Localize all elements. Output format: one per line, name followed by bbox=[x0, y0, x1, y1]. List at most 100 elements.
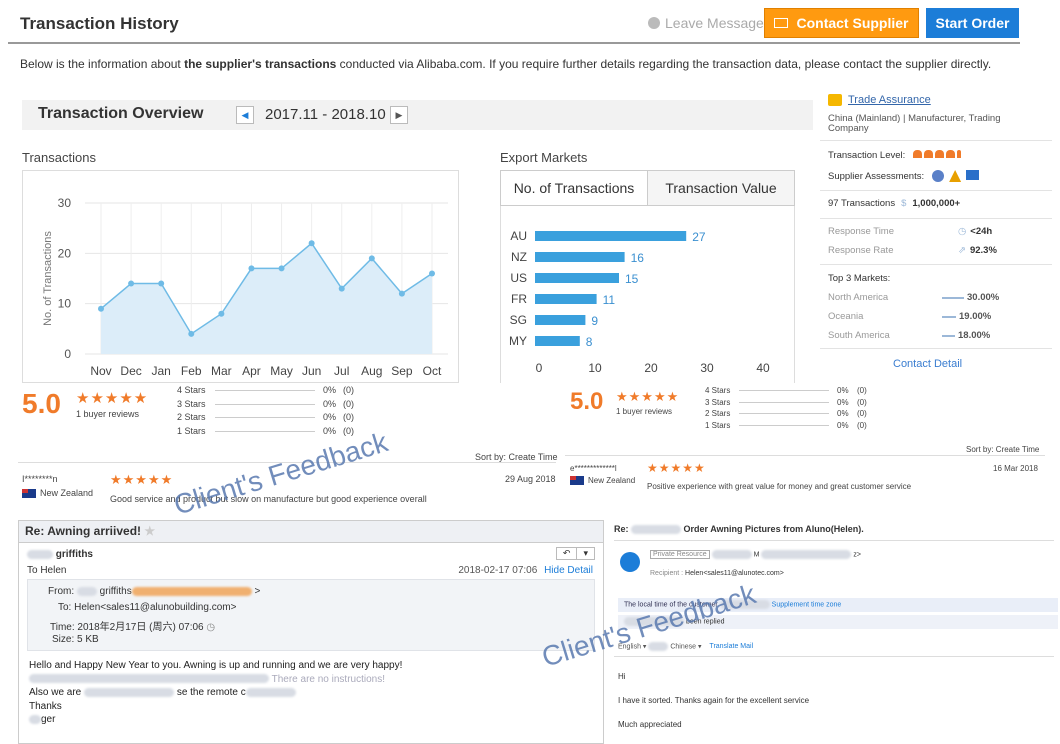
email-body: Hello and Happy New Year to you. Awning … bbox=[29, 660, 403, 725]
export-markets-label: Export Markets bbox=[500, 150, 588, 165]
leave-messages-link[interactable]: Leave Messages bbox=[648, 15, 771, 31]
header-divider bbox=[8, 42, 1020, 44]
email-subject: Re: Awning arriived! bbox=[25, 524, 142, 538]
email-datetime-row: 2018-02-17 07:06 Hide Detail bbox=[458, 565, 593, 576]
reviewer-country: New Zealand bbox=[570, 476, 635, 486]
x-tick-label: Dec bbox=[120, 364, 141, 378]
email-line: Much appreciated bbox=[618, 720, 682, 729]
transactions-chart: 0 10 20 30 No. of Transactions Nov Dec Jan Feb Ma… bbox=[22, 170, 459, 383]
review-count: 1 buyer reviews bbox=[76, 409, 140, 419]
email-detail-box: From: griffiths > To: Helen<sales11@alun… bbox=[27, 579, 595, 651]
data-point bbox=[98, 305, 104, 312]
review-date: 29 Aug 2018 bbox=[505, 474, 556, 484]
data-label: 8 bbox=[586, 335, 593, 349]
bar bbox=[535, 252, 625, 262]
data-label: 11 bbox=[603, 293, 616, 307]
response-time: <24h bbox=[970, 226, 993, 237]
data-point bbox=[218, 310, 225, 317]
chevron-down-icon[interactable]: ▾ bbox=[577, 548, 594, 559]
email-datetime: 2018-02-17 07:06 bbox=[458, 565, 538, 576]
market-pct: 30.00% bbox=[967, 292, 1000, 303]
response-time-label: Response Time bbox=[828, 226, 895, 237]
contact-detail-link[interactable]: Contact Detail bbox=[893, 358, 962, 370]
data-label: 15 bbox=[625, 272, 639, 286]
data-label: 16 bbox=[631, 251, 645, 265]
transactions-value: 1,000,000+ bbox=[912, 198, 961, 209]
y-tick-label: 10 bbox=[58, 297, 72, 311]
sort-by-right[interactable]: Sort by: Create Time bbox=[966, 445, 1039, 454]
envelope-icon bbox=[774, 18, 789, 28]
review-stars: ★★★★★ bbox=[110, 472, 174, 487]
email-to: To Helen bbox=[27, 565, 67, 576]
start-order-button[interactable]: Start Order bbox=[926, 8, 1019, 38]
trade-assurance-icon bbox=[828, 94, 842, 106]
clock-icon: ◷ bbox=[958, 226, 967, 237]
transaction-level-label: Transaction Level: bbox=[828, 150, 906, 161]
sort-by-left[interactable]: Sort by: Create Time bbox=[475, 452, 558, 462]
export-chart: AU 27 NZ 16 US 15 FR 11 SG 9 MY 8 0 10 20 30 40 bbox=[500, 206, 795, 383]
x-tick-label: 20 bbox=[644, 361, 658, 375]
bar bbox=[535, 336, 580, 346]
trade-assurance-row[interactable]: Trade Assurance bbox=[828, 94, 931, 106]
review-stars: ★★★★★ bbox=[647, 461, 706, 475]
hide-detail-link[interactable]: Hide Detail bbox=[544, 565, 593, 576]
bar bbox=[535, 231, 687, 241]
x-tick-label: Mar bbox=[211, 364, 232, 378]
assessment-video-icon bbox=[966, 170, 980, 180]
trade-assurance-link[interactable]: Trade Assurance bbox=[848, 94, 931, 106]
review-count: 1 buyer reviews bbox=[616, 407, 673, 416]
y-tick-label: MY bbox=[509, 334, 527, 348]
transaction-level-hearts bbox=[913, 150, 963, 161]
rating-score: 5.0 bbox=[570, 388, 604, 415]
assessment-onsite-icon bbox=[949, 170, 962, 182]
star-icon[interactable]: ★ bbox=[144, 524, 155, 538]
data-point bbox=[128, 280, 135, 287]
data-label: 27 bbox=[692, 230, 706, 244]
chat-icon bbox=[648, 17, 660, 29]
market-name: Oceania bbox=[828, 311, 864, 322]
transactions-count: 97 Transactions bbox=[828, 198, 896, 209]
email-sender-row: Private Resource M z> bbox=[650, 550, 861, 560]
tab-no-of-transactions[interactable]: No. of Transactions bbox=[501, 171, 648, 205]
x-tick-label: Sep bbox=[391, 364, 413, 378]
data-point bbox=[248, 265, 255, 272]
x-tick-label: Jul bbox=[334, 364, 349, 378]
y-tick-label: 20 bbox=[58, 246, 72, 260]
assessment-badge-icon bbox=[932, 170, 945, 182]
email-recipient-row: Recipient : Helen<sales11@alunotec.com> bbox=[650, 570, 784, 577]
x-tick-label: 10 bbox=[588, 361, 602, 375]
review-date: 16 Mar 2018 bbox=[993, 464, 1038, 473]
data-point bbox=[188, 330, 195, 337]
next-period-button[interactable]: ▶ bbox=[390, 106, 408, 124]
email-actions: ↶ ▾ bbox=[555, 547, 595, 560]
supplier-location: China (Mainland) | Manufacturer, Trading… bbox=[828, 113, 1001, 134]
reply-icon: ⇗ bbox=[958, 245, 966, 256]
prev-period-button[interactable]: ◀ bbox=[236, 106, 254, 124]
overview-title: Transaction Overview bbox=[38, 105, 204, 122]
email-left: Re: Awning arriived! ★ griffiths To Hele… bbox=[18, 520, 604, 744]
data-label: 9 bbox=[591, 314, 598, 328]
supplier-assessments-label: Supplier Assessments: bbox=[828, 170, 925, 182]
y-axis-label: No. of Transactions bbox=[42, 231, 54, 326]
data-point bbox=[368, 255, 375, 262]
period-label: 2017.11 - 2018.10 bbox=[265, 106, 386, 123]
top-markets-label: Top 3 Markets: bbox=[828, 273, 891, 284]
x-tick-label: Aug bbox=[361, 364, 382, 378]
contact-supplier-button[interactable]: Contact Supplier bbox=[764, 8, 919, 38]
intro-text: Below is the information about the suppl… bbox=[20, 57, 992, 71]
data-point bbox=[158, 280, 165, 287]
transactions-label: Transactions bbox=[22, 150, 96, 165]
avatar bbox=[620, 552, 640, 572]
tab-transaction-value[interactable]: Transaction Value bbox=[648, 171, 794, 205]
x-tick-label: Feb bbox=[181, 364, 202, 378]
rating-stars: ★★★★★ bbox=[76, 390, 149, 407]
assessment-icons bbox=[932, 170, 980, 182]
data-point bbox=[398, 290, 405, 297]
response-rate: 92.3% bbox=[969, 245, 997, 256]
contact-supplier-label: Contact Supplier bbox=[796, 15, 909, 31]
review-comment: Good service and product but slow on man… bbox=[110, 494, 427, 504]
market-name: South America bbox=[828, 330, 890, 341]
reply-icon[interactable]: ↶ bbox=[557, 548, 578, 559]
reviewer-name: I********n bbox=[22, 474, 58, 484]
page-title: Transaction History bbox=[20, 14, 179, 33]
